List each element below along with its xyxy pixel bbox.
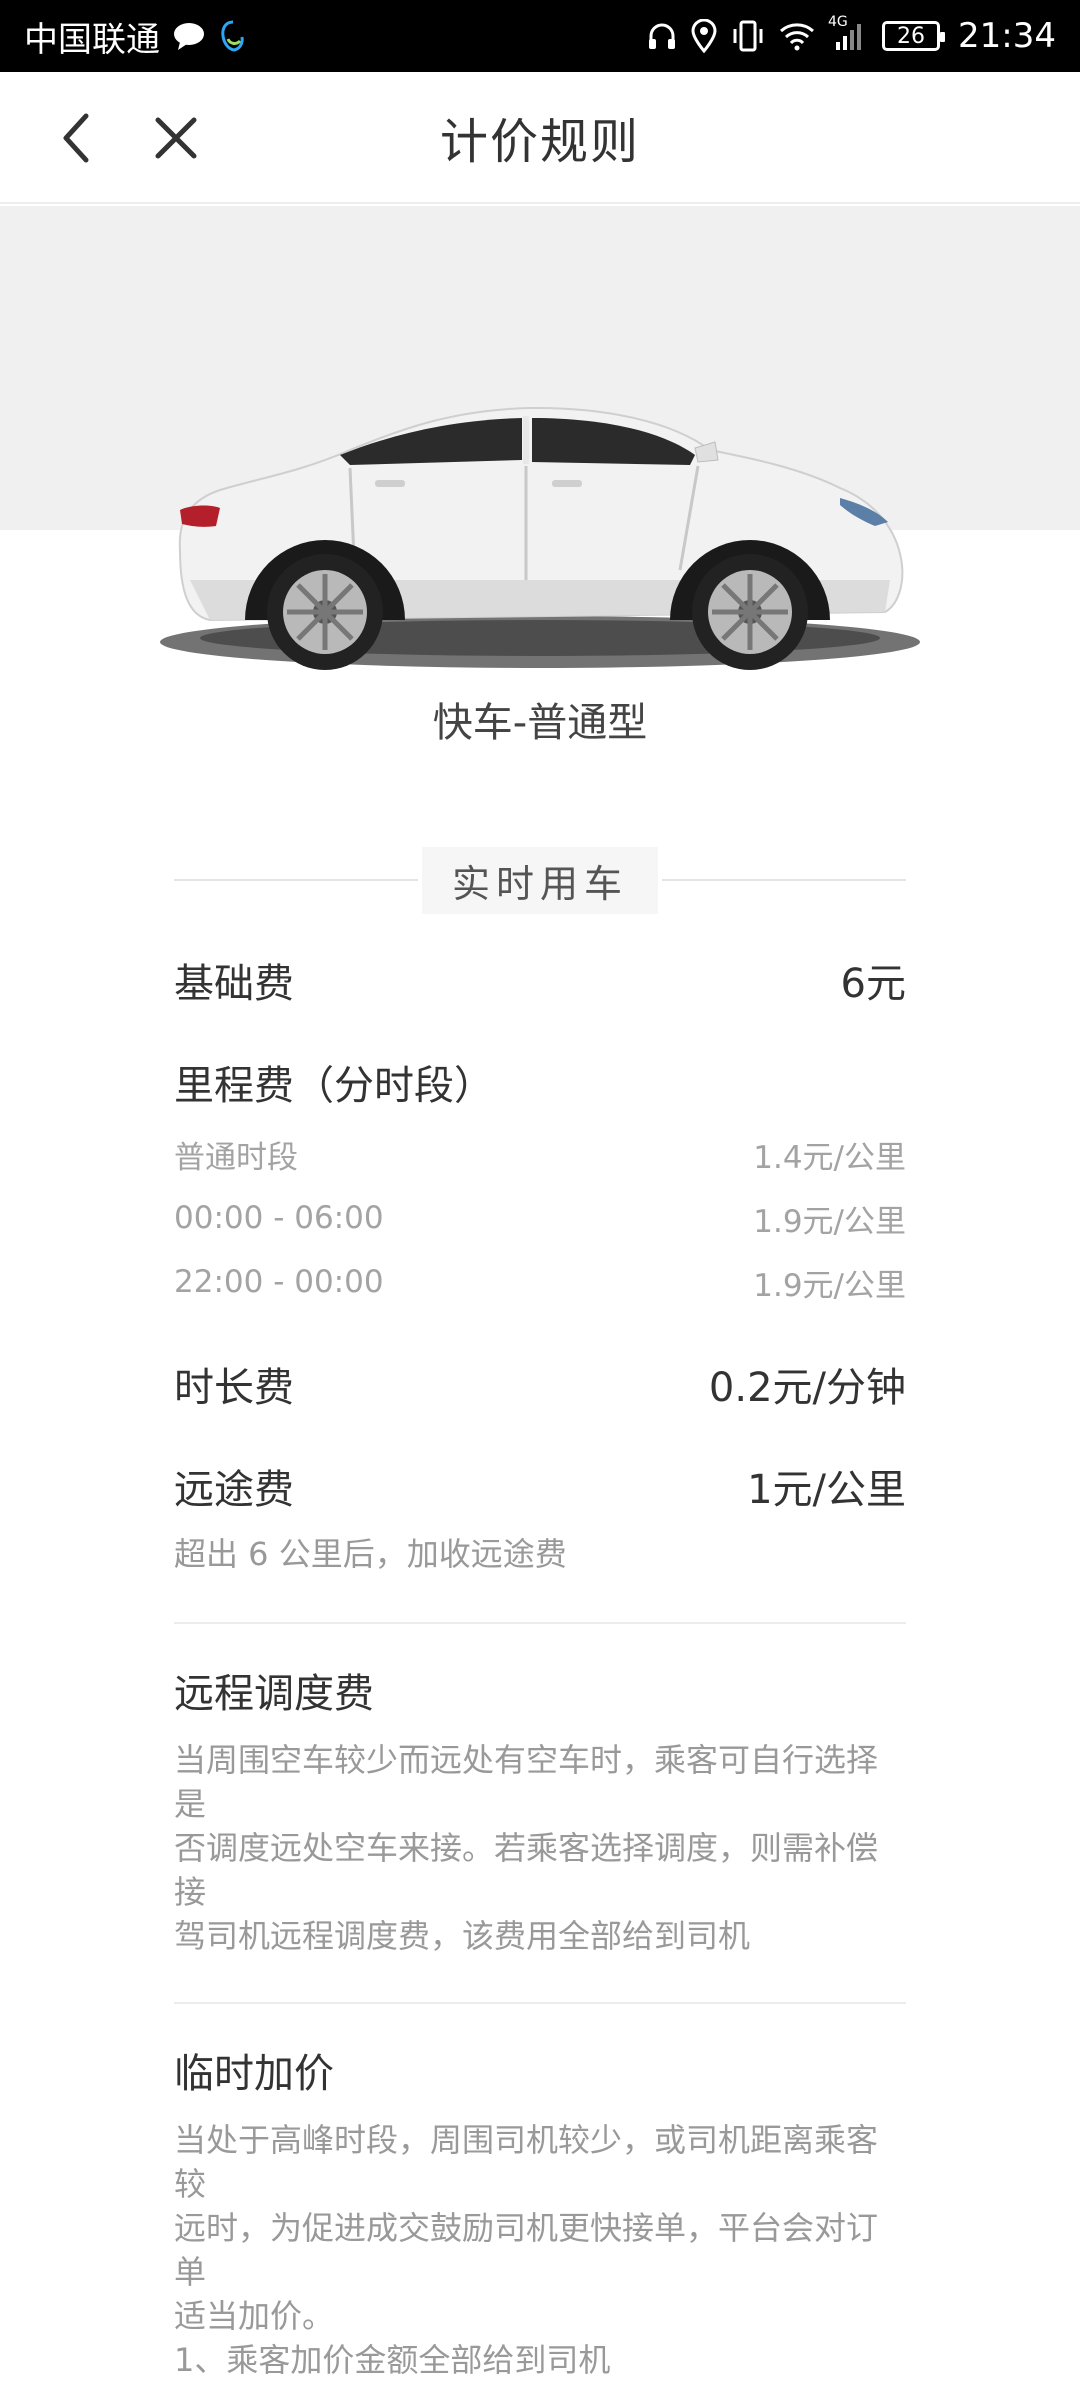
mileage-period-value: 1.9元/公里 bbox=[753, 1203, 906, 1240]
car-image bbox=[160, 406, 920, 670]
close-icon bbox=[155, 117, 197, 159]
clock: 21:34 bbox=[958, 16, 1056, 56]
divider bbox=[174, 2002, 906, 2004]
battery-icon: 26 bbox=[882, 21, 946, 51]
cellular-signal-icon: 4G bbox=[828, 14, 864, 56]
long-distance-note: 超出 6 公里后，加收远途费 bbox=[174, 1535, 567, 1573]
status-bar-left: 中国联通 bbox=[24, 12, 248, 61]
long-distance-fee-label: 远途费 bbox=[174, 1467, 294, 1513]
page-title: 计价规则 bbox=[439, 114, 640, 170]
fee-list: 基础费 6元 里程费（分时段） 普通时段 1.4元/公里 00:00 - 06:… bbox=[174, 940, 906, 2382]
duration-fee-label: 时长费 bbox=[174, 1365, 294, 1411]
mileage-fee-label: 里程费（分时段） bbox=[174, 1063, 494, 1109]
carrier-name: 中国联通 bbox=[24, 19, 160, 60]
car-type-name: 快车-普通型 bbox=[432, 700, 648, 746]
surge-line: 远时，为促进成交鼓励司机更快接单，平台会对订单 bbox=[174, 2209, 879, 2291]
mileage-fee-row: 里程费（分时段） bbox=[174, 1042, 906, 1122]
assistant-icon bbox=[218, 16, 248, 56]
duration-fee-value: 0.2元/分钟 bbox=[708, 1365, 906, 1411]
divider-right bbox=[662, 879, 907, 881]
remote-dispatch-title: 远程调度费 bbox=[174, 1671, 374, 1717]
status-bar: 中国联通 4G 26 21:34 bbox=[0, 0, 1080, 72]
mileage-period-label: 普通时段 bbox=[174, 1139, 298, 1176]
nav-bar: 计价规则 bbox=[0, 72, 1080, 204]
surge-line: 适当加价。 bbox=[174, 2297, 335, 2335]
long-distance-fee-value: 1元/公里 bbox=[747, 1467, 906, 1513]
divider bbox=[174, 1622, 906, 1624]
surge-line: 当处于高峰时段，周围司机较少，或司机距离乘客较 bbox=[174, 2121, 879, 2203]
close-button[interactable] bbox=[138, 100, 214, 176]
base-fee-value: 6元 bbox=[840, 961, 906, 1007]
status-bar-right: 4G 26 21:34 bbox=[646, 14, 1056, 56]
back-button[interactable] bbox=[38, 100, 114, 176]
long-distance-fee-row: 远途费 1元/公里 bbox=[174, 1446, 906, 1526]
mileage-period-row: 00:00 - 06:00 1.9元/公里 bbox=[174, 1192, 906, 1244]
surge-title: 临时加价 bbox=[174, 2051, 334, 2097]
base-fee-label: 基础费 bbox=[174, 961, 294, 1007]
mileage-period-row: 普通时段 1.4元/公里 bbox=[174, 1128, 906, 1180]
remote-dispatch-line: 当周围空车较少而远处有空车时，乘客可自行选择是 bbox=[174, 1741, 879, 1823]
surge-line: 1、乘客加价金额全部给到司机 bbox=[174, 2341, 611, 2379]
location-pin-icon bbox=[690, 16, 718, 56]
mileage-period-label: 22:00 - 00:00 bbox=[174, 1264, 384, 1300]
vibrate-icon bbox=[730, 16, 766, 56]
chevron-left-icon bbox=[63, 113, 89, 163]
surge-description: 当处于高峰时段，周围司机较少，或司机距离乘客较 远时，为促进成交鼓励司机更快接单… bbox=[174, 2118, 906, 2382]
remote-dispatch-description: 当周围空车较少而远处有空车时，乘客可自行选择是 否调度远处空车来接。若乘客选择调… bbox=[174, 1738, 906, 1958]
duration-fee-row: 时长费 0.2元/分钟 bbox=[174, 1344, 906, 1424]
section-label: 实时用车 bbox=[422, 846, 659, 914]
base-fee-row: 基础费 6元 bbox=[174, 940, 906, 1020]
wifi-icon bbox=[778, 16, 816, 56]
battery-level: 26 bbox=[897, 23, 926, 49]
divider-left bbox=[174, 879, 418, 881]
mileage-period-label: 00:00 - 06:00 bbox=[174, 1200, 384, 1236]
remote-dispatch-line: 驾司机远程调度费，该费用全部给到司机 bbox=[174, 1917, 751, 1955]
mileage-period-value: 1.9元/公里 bbox=[753, 1267, 906, 1304]
chat-bubble-icon bbox=[172, 16, 206, 56]
mileage-period-value: 1.4元/公里 bbox=[753, 1139, 906, 1176]
section-header: 实时用车 bbox=[174, 846, 907, 914]
remote-dispatch-line: 否调度远处空车来接。若乘客选择调度，则需补偿接 bbox=[174, 1829, 879, 1911]
headphones-icon bbox=[646, 16, 678, 56]
network-type-label: 4G bbox=[828, 14, 848, 30]
mileage-period-row: 22:00 - 00:00 1.9元/公里 bbox=[174, 1256, 906, 1308]
